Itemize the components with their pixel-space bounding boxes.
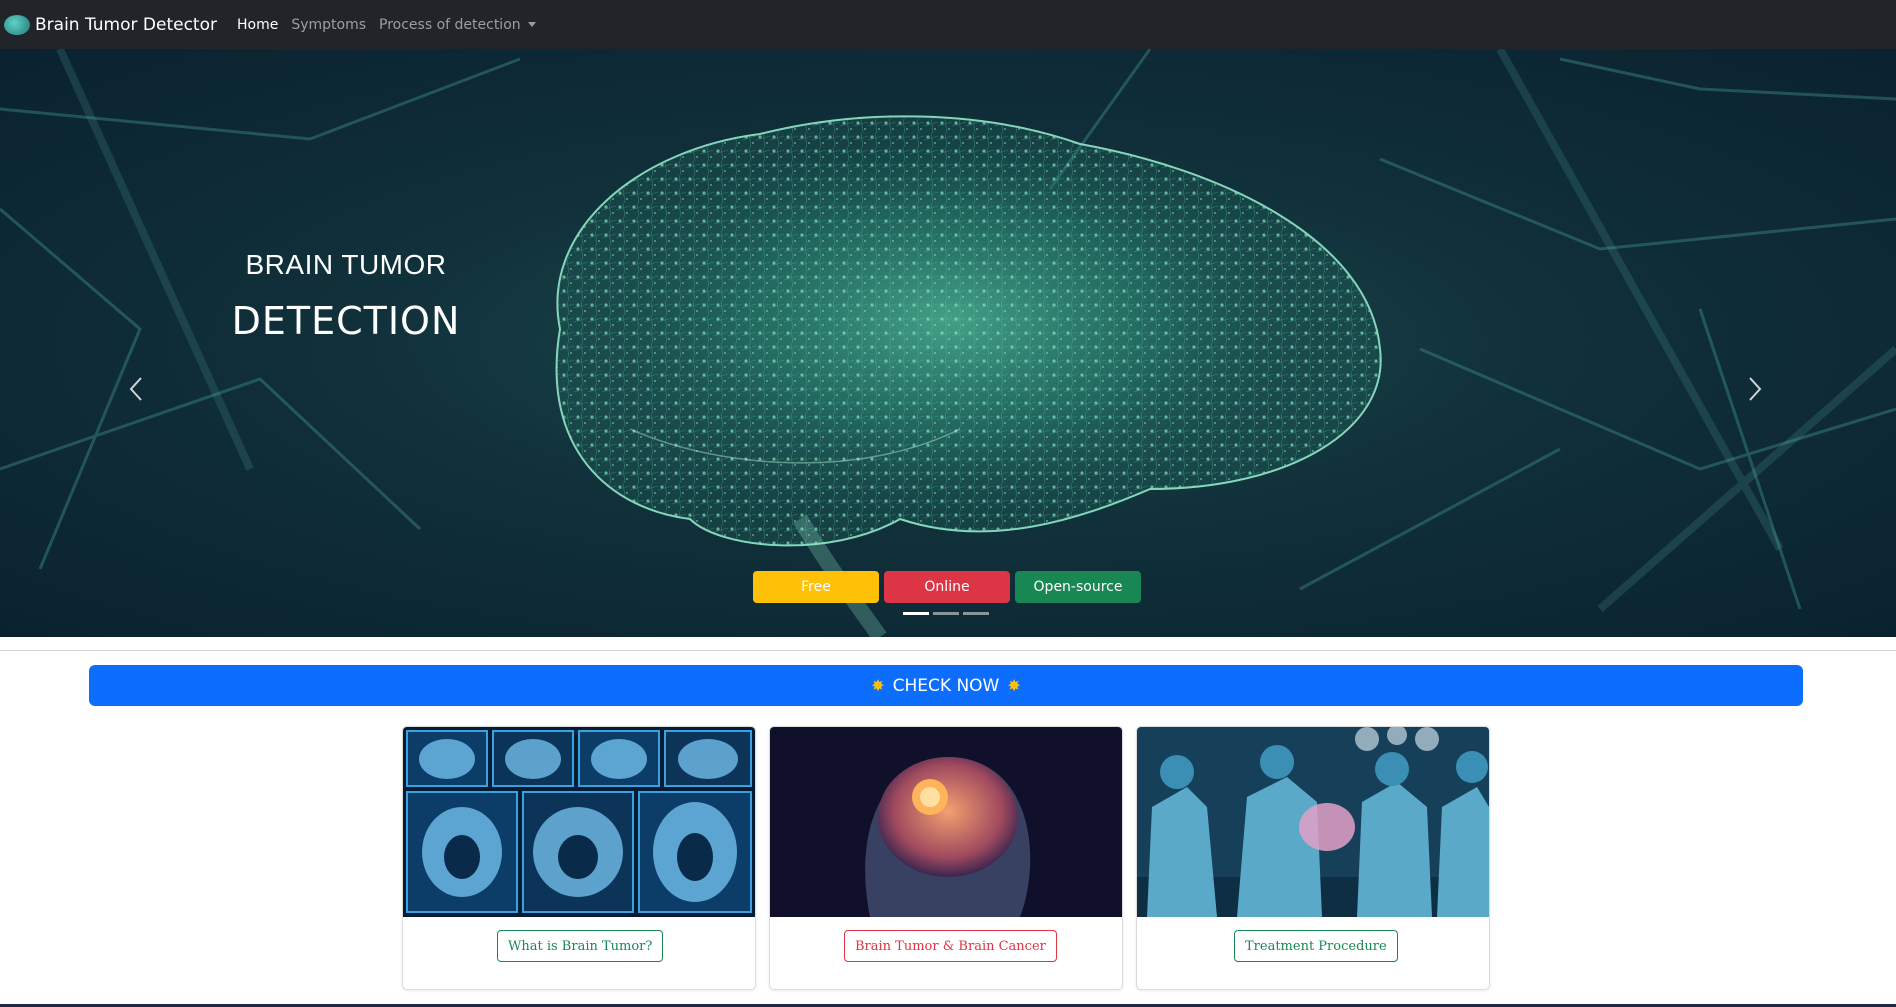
nav-symptoms[interactable]: Symptoms	[291, 17, 366, 33]
mri-scans-image	[403, 727, 755, 917]
chevron-right-icon	[1749, 377, 1762, 401]
carousel-next-button[interactable]	[1735, 364, 1775, 414]
nav-process-dropdown[interactable]: Process of detection	[379, 17, 536, 33]
brain-network-image	[0, 49, 1896, 637]
info-card-what-is: What is Brain Tumor?	[402, 726, 756, 990]
free-button[interactable]: Free	[753, 571, 879, 603]
brain-logo-icon	[4, 14, 30, 35]
carousel-indicators	[903, 612, 989, 615]
caret-down-icon	[527, 22, 536, 27]
hero-title: BRAIN TUMOR	[245, 249, 447, 280]
carousel-indicator-1[interactable]	[903, 612, 929, 615]
hero-carousel: BRAIN TUMOR DETECTION Free Online Open-s…	[0, 49, 1896, 637]
open-source-button[interactable]: Open-source	[1015, 571, 1141, 603]
treatment-procedure-button[interactable]: Treatment Procedure	[1234, 930, 1398, 962]
check-now-button[interactable]: ✸ CHECK NOW ✸	[89, 665, 1803, 706]
what-is-brain-tumor-button[interactable]: What is Brain Tumor?	[497, 930, 664, 962]
section-divider	[0, 650, 1896, 651]
info-card-tumor-cancer: Brain Tumor & Brain Cancer	[769, 726, 1123, 990]
chevron-left-icon	[129, 377, 142, 401]
brain-tumor-image	[770, 727, 1122, 917]
hero-tag-group: Free Online Open-source	[753, 571, 1141, 603]
carousel-indicator-3[interactable]	[963, 612, 989, 615]
info-card-treatment: Treatment Procedure	[1136, 726, 1490, 990]
nav-home[interactable]: Home	[237, 17, 278, 33]
check-now-label: CHECK NOW	[892, 675, 1000, 696]
brand-name: Brain Tumor Detector	[35, 14, 217, 35]
tumor-and-cancer-button[interactable]: Brain Tumor & Brain Cancer	[844, 930, 1057, 962]
surgery-image	[1137, 727, 1489, 917]
carousel-indicator-2[interactable]	[933, 612, 959, 615]
online-button[interactable]: Online	[884, 571, 1010, 603]
carousel-prev-button[interactable]	[116, 364, 156, 414]
top-navbar: Brain Tumor Detector Home Symptoms Proce…	[0, 0, 1896, 49]
star-icon: ✸	[871, 676, 885, 695]
brand-link[interactable]: Brain Tumor Detector	[4, 14, 217, 35]
star-icon: ✸	[1007, 676, 1021, 695]
nav-process-label: Process of detection	[379, 16, 521, 33]
hero-subtitle: DETECTION	[231, 299, 461, 343]
